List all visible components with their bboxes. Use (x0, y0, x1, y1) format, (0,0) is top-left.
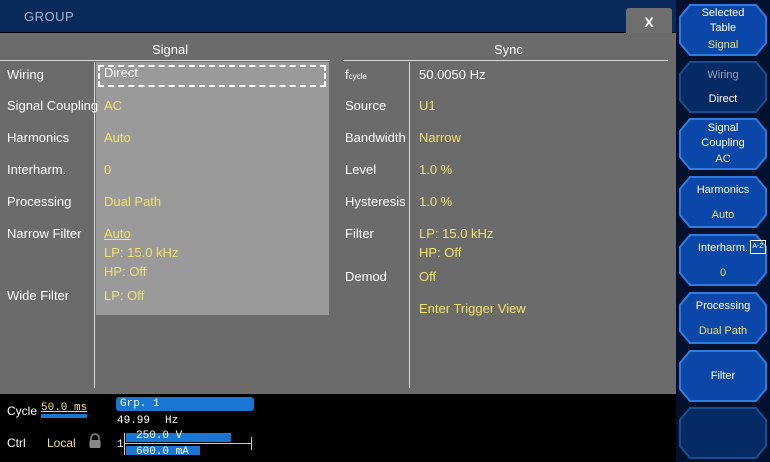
softkey-processing[interactable]: Processing Dual Path (678, 291, 768, 345)
softkey-interharm[interactable]: Interharm. A-Z 0 (678, 233, 768, 287)
level-label: Level (345, 162, 377, 177)
enter-trigger-view-link[interactable]: Enter Trigger View (419, 301, 526, 316)
narrow-filter-lp[interactable]: LP: 15.0 kHz (104, 245, 178, 260)
softkey-value: Dual Path (698, 325, 748, 337)
softkey-value: Auto (711, 209, 735, 221)
softkey-title-1: Wiring (707, 69, 739, 81)
cycle-bar (41, 414, 87, 418)
meter-scale-right (251, 437, 252, 450)
sync-filter-hp[interactable]: HP: Off (419, 245, 461, 260)
harmonics-label: Harmonics (7, 130, 70, 145)
harmonics-value[interactable]: Auto (104, 130, 131, 145)
softkey-empty[interactable] (678, 406, 768, 460)
softkey-filter[interactable]: Filter (678, 349, 768, 403)
sync-header: Sync (494, 42, 523, 57)
sync-header-rule (343, 60, 668, 61)
softkey-title-1: Selected (701, 7, 745, 19)
cycle-value: 50.0 ms (41, 402, 88, 414)
softkey-title-1: Processing (695, 300, 751, 312)
level-value[interactable]: 1.0 % (419, 162, 452, 177)
narrow-filter-label: Narrow Filter (7, 226, 82, 241)
window-title: GROUP (24, 9, 75, 24)
processing-label: Processing (7, 194, 72, 209)
fcycle-label: fcycle (345, 67, 367, 82)
interharm-value[interactable]: 0 (104, 162, 111, 177)
hysteresis-value[interactable]: 1.0 % (419, 194, 452, 209)
title-bar (0, 0, 676, 32)
a-z-keyboard-icon: A-Z (750, 240, 766, 254)
narrow-filter-hp[interactable]: HP: Off (104, 264, 146, 279)
signal-header-rule (0, 60, 330, 61)
voltage-value: 250.0 V (136, 430, 183, 442)
softkey-signal-coupling[interactable]: Signal Coupling AC (678, 117, 768, 171)
softkey-title-1: Filter (710, 370, 736, 382)
ctrl-value: Local (47, 436, 76, 450)
group-label: Grp. 1 (120, 398, 160, 410)
softkey-title-2: Table (709, 22, 737, 34)
softkey-harmonics[interactable]: Harmonics Auto (678, 175, 768, 229)
demod-value[interactable]: Off (419, 269, 436, 284)
softkey-selected-table[interactable]: Selected Table Signal (678, 3, 768, 57)
frequency-unit: Hz (165, 415, 179, 427)
wiring-value: Direct (104, 65, 138, 80)
signal-coupling-value[interactable]: AC (104, 98, 122, 113)
softkey-title-1: Signal (707, 122, 739, 134)
signal-header: Signal (152, 42, 189, 57)
status-bar (0, 394, 676, 462)
meter-scale-axis (124, 443, 252, 444)
interharm-label: Interharm. (7, 162, 67, 177)
channel-number: 1 (117, 439, 124, 451)
filter-label: Filter (345, 226, 374, 241)
softkey-value: AC (715, 153, 731, 165)
fcycle-subscript: cycle (348, 72, 367, 81)
softkey-value: 0 (719, 267, 727, 279)
signal-coupling-label: Signal Coupling (7, 98, 99, 113)
processing-value[interactable]: Dual Path (104, 194, 161, 209)
frequency-value: 49.99 (117, 415, 151, 427)
source-value[interactable]: U1 (419, 98, 436, 113)
meter-scale-left (124, 433, 125, 455)
wide-filter-value[interactable]: LP: Off (104, 288, 144, 303)
source-label: Source (345, 98, 387, 113)
sync-column-divider (409, 62, 410, 388)
softkey-wiring[interactable]: Wiring Direct (678, 60, 768, 114)
fcycle-value: 50.0050 Hz (419, 67, 486, 82)
softkey-title-2: Coupling (701, 137, 745, 149)
bandwidth-value[interactable]: Narrow (419, 130, 461, 145)
softkey-value: Direct (708, 93, 738, 105)
softkey-shape (679, 407, 767, 459)
lock-icon (88, 433, 102, 449)
softkey-value: Signal (707, 39, 739, 51)
demod-label: Demod (345, 269, 387, 284)
sync-filter-lp[interactable]: LP: 15.0 kHz (419, 226, 493, 241)
bandwidth-label: Bandwidth (345, 130, 406, 145)
hysteresis-label: Hysteresis (345, 194, 406, 209)
wide-filter-label: Wide Filter (7, 288, 70, 303)
narrow-filter-mode[interactable]: Auto (104, 226, 131, 241)
softkey-title-1: Harmonics (696, 184, 750, 196)
ctrl-label: Ctrl (7, 436, 26, 450)
wiring-label: Wiring (7, 67, 44, 82)
close-button[interactable]: X (626, 8, 672, 36)
cycle-label: Cycle (7, 404, 38, 418)
current-value: 600.0 mA (136, 446, 189, 458)
